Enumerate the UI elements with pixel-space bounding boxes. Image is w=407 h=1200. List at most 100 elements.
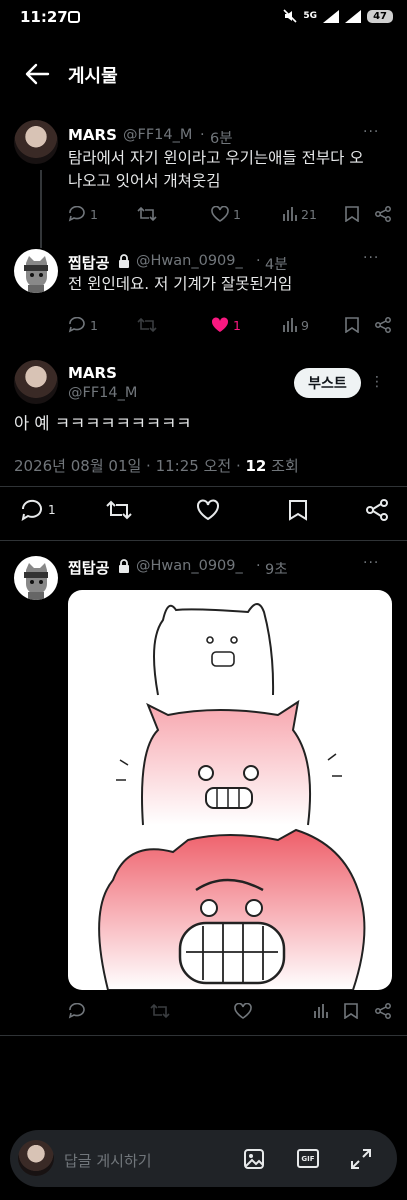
page-title: 게시물 bbox=[68, 66, 118, 87]
retweet-icon bbox=[137, 317, 157, 333]
reply-count: 1 bbox=[90, 206, 98, 222]
retweet-button[interactable] bbox=[137, 317, 157, 333]
top-bar: 게시물 bbox=[0, 50, 407, 96]
views-button[interactable] bbox=[314, 1003, 328, 1019]
views-icon bbox=[283, 318, 297, 332]
battery-indicator: 47 bbox=[367, 9, 393, 23]
composer-avatar bbox=[18, 1140, 54, 1176]
share-icon bbox=[366, 499, 388, 521]
divider bbox=[0, 486, 407, 487]
more-icon[interactable]: ··· bbox=[363, 250, 379, 266]
boost-button[interactable]: 부스트 bbox=[294, 368, 361, 398]
bookmark-button[interactable] bbox=[345, 317, 359, 333]
share-icon bbox=[375, 1003, 391, 1019]
post-text-line: 전 윈인데요. 저 기계가 잘못된거임 bbox=[68, 275, 293, 293]
reply-button[interactable]: 1 bbox=[68, 206, 98, 222]
more-icon[interactable]: ··· bbox=[363, 124, 379, 140]
post-image[interactable] bbox=[68, 590, 392, 990]
heart-icon bbox=[211, 206, 229, 222]
post-text-line: 나오고 잇어서 개쳐웃김 bbox=[68, 172, 221, 190]
like-button[interactable] bbox=[234, 1003, 252, 1019]
post-dot: · bbox=[256, 558, 261, 574]
view-count: 21 bbox=[301, 206, 317, 222]
reply-button[interactable]: 1 bbox=[20, 499, 56, 521]
status-time: 11:27 bbox=[20, 8, 68, 26]
reply-icon bbox=[21, 499, 42, 521]
author-name[interactable]: 찝탑공 bbox=[68, 252, 109, 273]
signal-icon bbox=[323, 9, 340, 23]
reply-icon bbox=[68, 206, 85, 222]
lock-icon bbox=[119, 254, 129, 268]
post-dot: · bbox=[256, 253, 261, 269]
like-button[interactable]: 1 bbox=[211, 317, 241, 333]
retweet-button[interactable] bbox=[106, 499, 132, 521]
cat-avatar-icon bbox=[24, 256, 48, 293]
views-button[interactable]: 9 bbox=[283, 317, 309, 333]
post-age: 9초 bbox=[265, 562, 288, 578]
retweet-icon bbox=[137, 206, 157, 222]
network-label: 5G bbox=[303, 11, 318, 21]
share-button[interactable] bbox=[375, 1003, 391, 1019]
bookmark-button[interactable] bbox=[344, 1003, 358, 1019]
view-label: 조회 bbox=[266, 457, 299, 475]
author-handle[interactable]: @FF14_M bbox=[123, 127, 192, 143]
retweet-icon bbox=[106, 500, 132, 520]
views-icon bbox=[314, 1004, 328, 1018]
status-bar: 11:27 5G 47 bbox=[0, 0, 407, 38]
heart-filled-icon bbox=[211, 317, 229, 332]
cat-avatar-icon bbox=[24, 563, 48, 600]
avatar[interactable] bbox=[14, 360, 58, 404]
share-icon bbox=[375, 317, 391, 333]
bookmark-button[interactable] bbox=[288, 499, 308, 521]
post-text: 탐라에서 자기 윈이라고 우기는애들 전부다 오 나오고 잇어서 개쳐웃김 bbox=[68, 147, 388, 193]
divider bbox=[0, 1035, 407, 1036]
status-icons: 5G 47 bbox=[283, 9, 393, 23]
bookmark-icon bbox=[345, 206, 359, 222]
composer-placeholder[interactable]: 답글 게시하기 bbox=[64, 1150, 152, 1171]
post-text-line: 탐라에서 자기 윈이라고 우기는애들 전부다 오 bbox=[68, 149, 364, 167]
view-count: 9 bbox=[301, 317, 309, 333]
views-button[interactable]: 21 bbox=[283, 206, 317, 222]
retweet-icon bbox=[150, 1003, 170, 1019]
like-count: 1 bbox=[233, 317, 241, 333]
view-count: 12 bbox=[245, 457, 267, 475]
like-button[interactable]: 1 bbox=[211, 206, 241, 222]
post-timestamp: 2026년 08월 01일 · 11:25 오전 · 12 조회 bbox=[14, 455, 299, 476]
reply-icon bbox=[68, 317, 85, 333]
author-name[interactable]: MARS bbox=[68, 364, 117, 382]
expand-icon[interactable] bbox=[350, 1148, 372, 1170]
timestamp-text: 2026년 08월 01일 · 11:25 오전 · bbox=[14, 457, 246, 475]
author-handle[interactable]: @Hwan_0909_ bbox=[136, 558, 243, 574]
share-button[interactable] bbox=[375, 317, 391, 333]
like-button[interactable] bbox=[196, 499, 220, 521]
author-name[interactable]: 찝탑공 bbox=[68, 557, 109, 578]
bookmark-button[interactable] bbox=[345, 206, 359, 222]
reply-button[interactable] bbox=[68, 1003, 86, 1019]
back-arrow-icon[interactable] bbox=[24, 62, 50, 86]
more-icon[interactable]: ⋮ bbox=[370, 374, 385, 390]
avatar[interactable] bbox=[14, 249, 58, 293]
thread-line bbox=[40, 170, 42, 248]
views-icon bbox=[283, 207, 297, 221]
signal-icon-2 bbox=[345, 9, 362, 23]
gif-button[interactable]: GIF bbox=[297, 1149, 319, 1168]
reply-count: 1 bbox=[90, 317, 98, 333]
post-age: 4분 bbox=[265, 257, 288, 273]
avatar[interactable] bbox=[14, 120, 58, 164]
reply-icon bbox=[68, 1003, 85, 1019]
more-icon[interactable]: ··· bbox=[363, 555, 379, 571]
reply-composer[interactable]: 답글 게시하기 GIF bbox=[10, 1130, 397, 1187]
retweet-button[interactable] bbox=[150, 1003, 170, 1019]
avatar[interactable] bbox=[14, 556, 58, 600]
share-icon bbox=[375, 206, 391, 222]
mute-icon bbox=[283, 9, 297, 23]
bookmark-icon bbox=[289, 500, 307, 521]
share-button[interactable] bbox=[366, 499, 388, 521]
author-handle[interactable]: @FF14_M bbox=[68, 385, 137, 401]
image-icon[interactable] bbox=[243, 1148, 265, 1170]
author-name[interactable]: MARS bbox=[68, 126, 117, 144]
reply-button[interactable]: 1 bbox=[68, 317, 98, 333]
share-button[interactable] bbox=[375, 206, 391, 222]
author-handle[interactable]: @Hwan_0909_ bbox=[136, 253, 243, 269]
retweet-button[interactable] bbox=[137, 206, 157, 222]
